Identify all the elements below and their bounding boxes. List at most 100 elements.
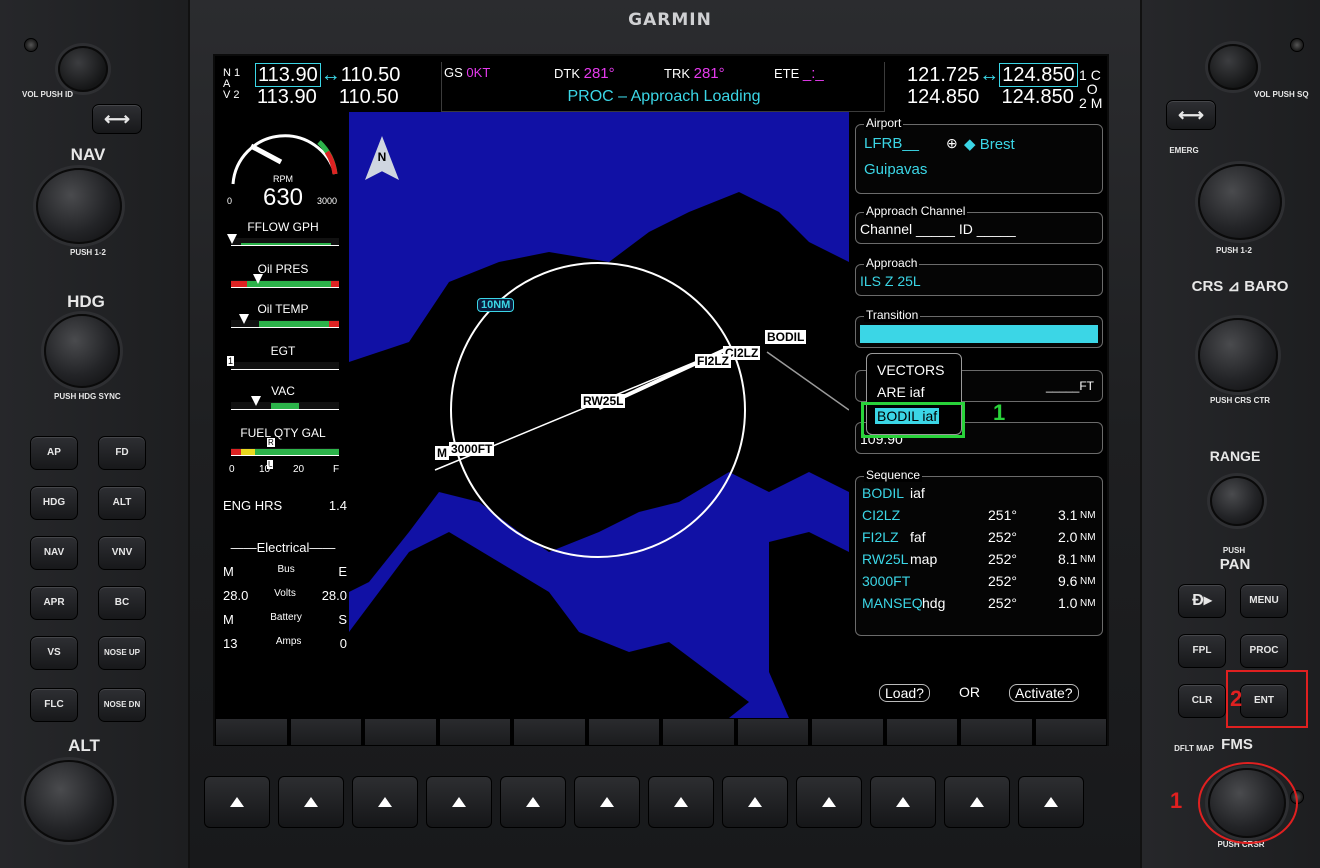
vnv-button[interactable]: VNV (98, 536, 146, 570)
com2-active[interactable]: 124.850 (907, 86, 979, 108)
softkey-3[interactable] (364, 718, 437, 746)
hw-softkey-5[interactable] (500, 776, 566, 828)
com-volume-knob[interactable] (1208, 44, 1258, 90)
hdg-knob[interactable] (44, 314, 120, 388)
nav2-frequencies[interactable]: 113.90 110.50 (257, 86, 399, 109)
vs-button[interactable]: VS (30, 636, 78, 670)
sequence-row[interactable]: MANSEQ hdg 252° 1.0 NM (862, 595, 1098, 615)
popup-item-are-iaf[interactable]: ARE iaf (877, 384, 924, 400)
rpm-max: 3000 (317, 196, 338, 206)
vac-label: VAC (271, 384, 295, 398)
hw-softkey-8[interactable] (722, 776, 788, 828)
annotation-green-1: 1 (993, 400, 1006, 425)
com-swap-button[interactable]: ⟷ (1166, 100, 1216, 130)
proc-button[interactable]: PROC (1240, 634, 1288, 668)
or-label: OR (959, 684, 980, 700)
fd-button[interactable]: FD (98, 436, 146, 470)
softkey-4[interactable] (438, 718, 511, 746)
nose-up-button[interactable]: NOSE UP (98, 636, 146, 670)
nav1-frequencies[interactable]: 113.90 ↔110.50 (255, 63, 401, 87)
activate-button[interactable]: Activate? (1009, 684, 1079, 702)
softkey-11[interactable] (960, 718, 1033, 746)
hw-softkey-2[interactable] (278, 776, 344, 828)
triangle-up-icon (970, 797, 984, 807)
popup-item-vectors[interactable]: VECTORS (877, 362, 944, 378)
airport-box[interactable]: Airport LFRB__ ⊕ ◆ Brest Guipavas (855, 116, 1103, 194)
approach-channel-text[interactable]: Channel _____ ID _____ (860, 221, 1016, 237)
com1-active[interactable]: 121.725 (907, 64, 979, 86)
softkey-5[interactable] (513, 718, 586, 746)
sequence-row[interactable]: BODIL iaf (862, 485, 1098, 505)
hw-softkey-10[interactable] (870, 776, 936, 828)
approach-channel-box[interactable]: Approach Channel Channel _____ ID _____ (855, 204, 1103, 244)
crs-baro-knob[interactable] (1198, 318, 1278, 392)
triangle-up-icon (378, 797, 392, 807)
apr-button[interactable]: APR (30, 586, 78, 620)
sequence-row[interactable]: FI2LZ faf 252° 2.0 NM (862, 529, 1098, 549)
minimums-placeholder[interactable]: _____FT (1046, 379, 1094, 393)
softkey-6[interactable] (587, 718, 660, 746)
hw-softkey-11[interactable] (944, 776, 1010, 828)
waypoint-3000ft[interactable]: 3000FT (449, 442, 495, 456)
softkey-9[interactable] (811, 718, 884, 746)
menu-button[interactable]: MENU (1240, 584, 1288, 618)
alt-button[interactable]: ALT (98, 486, 146, 520)
ap-button[interactable]: AP (30, 436, 78, 470)
sequence-title: Sequence (864, 468, 923, 482)
hardware-softkey-row (178, 768, 1140, 828)
hw-softkey-9[interactable] (796, 776, 862, 828)
softkey-12[interactable] (1034, 718, 1107, 746)
com-tuning-knob[interactable] (1198, 164, 1282, 240)
transition-box[interactable]: Transition (855, 308, 1103, 348)
bc-button[interactable]: BC (98, 586, 146, 620)
clr-button[interactable]: CLR (1178, 684, 1226, 718)
com1-standby[interactable]: 124.850 (999, 63, 1078, 87)
com2-standby[interactable]: 124.850 (1002, 86, 1074, 108)
nose-dn-button[interactable]: NOSE DN (98, 688, 146, 722)
hw-softkey-7[interactable] (648, 776, 714, 828)
sequence-row[interactable]: 3000FT 252° 9.6 NM (862, 573, 1098, 593)
moving-map[interactable]: N 10NM BODIL CI2LZ FI2LZ RW25L 3000FT M (349, 112, 849, 718)
waypoint-fi2lz[interactable]: FI2LZ (695, 354, 731, 368)
range-joystick[interactable] (1210, 476, 1264, 526)
fms-label: FMS (1221, 736, 1253, 753)
nav-button[interactable]: NAV (30, 536, 78, 570)
nav-volume-knob[interactable] (58, 46, 108, 92)
fuel-qty-label: FUEL QTY GAL (240, 426, 326, 440)
hw-softkey-4[interactable] (426, 776, 492, 828)
com1-frequencies[interactable]: 121.725↔ 124.850 (907, 63, 1078, 87)
nav2-standby[interactable]: 110.50 (339, 86, 399, 108)
waypoint-bodil[interactable]: BODIL (765, 330, 807, 344)
nav-tuning-knob[interactable] (36, 168, 122, 244)
approach-box[interactable]: Approach ILS Z 25L (855, 256, 1103, 296)
alt-knob[interactable] (24, 760, 114, 842)
nav-swap-button[interactable]: ⟷ (92, 104, 142, 134)
waypoint-manseq[interactable]: M (435, 446, 449, 460)
hw-softkey-12[interactable] (1018, 776, 1084, 828)
softkey-10[interactable] (885, 718, 958, 746)
sequence-row[interactable]: CI2LZ 251° 3.1 NM (862, 507, 1098, 527)
softkey-2[interactable] (289, 718, 362, 746)
hw-softkey-1[interactable] (204, 776, 270, 828)
flc-button[interactable]: FLC (30, 688, 78, 722)
nav2-active[interactable]: 113.90 (257, 86, 317, 108)
direct-to-button[interactable]: Ð▸ (1178, 584, 1226, 618)
load-button[interactable]: Load? (879, 684, 930, 702)
fpl-button[interactable]: FPL (1178, 634, 1226, 668)
hdg-button[interactable]: HDG (30, 486, 78, 520)
transition-field[interactable] (860, 325, 1098, 343)
nav1-standby[interactable]: 110.50 (341, 64, 401, 86)
sequence-row[interactable]: RW25L map 252° 8.1 NM (862, 551, 1098, 571)
softkey-1[interactable] (215, 718, 288, 746)
hw-softkey-6[interactable] (574, 776, 640, 828)
airport-ident[interactable]: LFRB__ (864, 135, 919, 152)
approach-value[interactable]: ILS Z 25L (860, 273, 921, 289)
softkey-8[interactable] (736, 718, 809, 746)
transition-title: Transition (864, 308, 921, 322)
hw-softkey-3[interactable] (352, 776, 418, 828)
com-push-12-label: PUSH 1-2 (1215, 246, 1252, 255)
com2-frequencies[interactable]: 124.850 124.850 (907, 86, 1074, 109)
softkey-7[interactable] (662, 718, 735, 746)
nav1-active[interactable]: 113.90 (255, 63, 321, 87)
waypoint-rw25l[interactable]: RW25L (581, 394, 626, 408)
